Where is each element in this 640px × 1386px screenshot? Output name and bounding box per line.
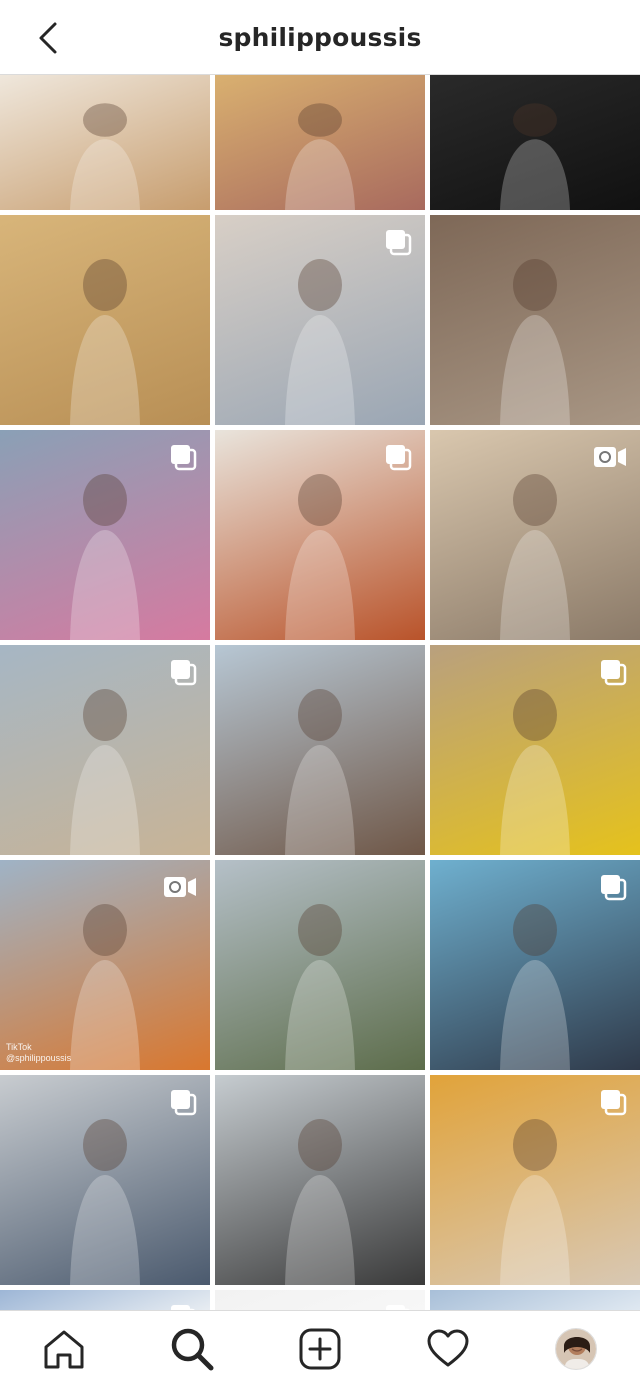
carousel-icon [171,1090,197,1116]
top-bar: sphilippoussis [0,0,640,75]
reel-video-icon [164,877,196,897]
post-image [70,103,140,210]
bottom-tab-bar [0,1310,640,1386]
profile-avatar [555,1327,597,1370]
post-thumbnail[interactable]: TikTok @sphilippoussis [0,860,210,1070]
tab-home[interactable] [32,1317,96,1381]
post-thumbnail[interactable] [215,1075,425,1285]
tab-activity[interactable] [416,1317,480,1381]
post-image [285,103,355,210]
watermark-line: TikTok [6,1042,32,1052]
post-thumbnail[interactable] [215,215,425,425]
watermark-line: @sphilippoussis [6,1053,72,1063]
post-thumbnail[interactable] [430,1290,640,1310]
post-thumbnail[interactable] [0,1290,210,1310]
post-image [285,689,355,855]
posts-grid: TikTok @sphilippoussis [0,75,640,1310]
post-thumbnail[interactable] [215,75,425,210]
carousel-icon [601,660,627,686]
post-thumbnail[interactable] [215,860,425,1070]
post-image [500,259,570,425]
tiktok-watermark: TikTok @sphilippoussis [6,1042,71,1064]
carousel-icon [171,660,197,686]
search-icon [171,1328,214,1370]
tab-profile[interactable] [544,1317,608,1381]
post-thumbnail[interactable] [430,430,640,640]
chevron-left-icon [39,22,57,54]
post-thumbnail[interactable] [0,75,210,210]
tab-new-post[interactable] [288,1317,352,1381]
add-post-icon [299,1328,341,1369]
heart-icon [427,1329,469,1366]
post-thumbnail[interactable] [430,215,640,425]
reel-video-icon [594,447,626,467]
post-thumbnail[interactable] [430,860,640,1070]
post-image [285,904,355,1070]
carousel-icon [171,1305,196,1310]
post-thumbnail[interactable] [430,645,640,855]
post-thumbnail[interactable] [0,1075,210,1285]
post-thumbnail[interactable] [0,215,210,425]
post-thumbnail[interactable] [0,430,210,640]
post-thumbnail[interactable] [430,75,640,210]
post-image [285,1119,355,1285]
carousel-icon [601,1090,627,1116]
post-image [500,103,570,210]
tab-search[interactable] [160,1317,224,1381]
carousel-icon [386,230,412,256]
post-thumbnail[interactable] [215,1290,425,1310]
post-thumbnail[interactable] [215,430,425,640]
carousel-icon [601,875,627,901]
post-image [70,259,140,425]
carousel-icon [386,1305,411,1310]
back-button[interactable] [26,16,70,60]
carousel-icon [386,445,412,471]
profile-username-title: sphilippoussis [218,22,422,52]
post-thumbnail[interactable] [430,1075,640,1285]
post-thumbnail[interactable] [215,645,425,855]
carousel-icon [171,445,197,471]
post-thumbnail[interactable] [0,645,210,855]
home-icon [44,1330,84,1368]
